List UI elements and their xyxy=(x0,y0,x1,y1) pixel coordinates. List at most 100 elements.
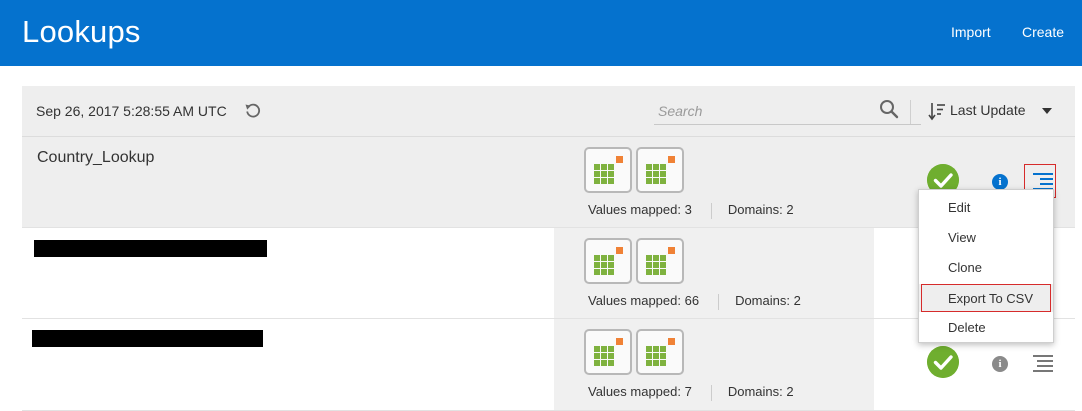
tile-grid-cell xyxy=(660,262,666,268)
chevron-down-icon xyxy=(1042,108,1052,114)
toolbar-divider xyxy=(910,100,911,124)
tile-grid-cell xyxy=(594,360,600,366)
redacted-lookup-name xyxy=(34,240,267,257)
domain-tile-icon[interactable] xyxy=(636,147,684,193)
tile-grid-cell xyxy=(653,171,659,177)
sort-descending-icon xyxy=(928,103,945,121)
lookup-name[interactable]: Country_Lookup xyxy=(37,149,154,167)
tile-grid-cell xyxy=(646,178,652,184)
sort-label: Last Update xyxy=(950,102,1026,118)
import-button[interactable]: Import xyxy=(951,24,991,40)
domain-tile-icon[interactable] xyxy=(584,329,632,375)
page-title: Lookups xyxy=(22,14,141,49)
tile-grid-cell xyxy=(646,360,652,366)
tile-marker xyxy=(616,156,623,163)
menu-item-view[interactable]: View xyxy=(919,223,1053,251)
tile-grid-cell xyxy=(594,171,600,177)
tile-grid-cell xyxy=(594,178,600,184)
menu-item-edit[interactable]: Edit xyxy=(919,193,1053,221)
values-mapped-count: Values mapped: 3 xyxy=(588,202,692,217)
tile-grid-cell xyxy=(660,164,666,170)
domain-tile-icon[interactable] xyxy=(636,238,684,284)
domain-tile-icon[interactable] xyxy=(636,329,684,375)
info-icon[interactable]: i xyxy=(992,356,1008,372)
tile-grid-cell xyxy=(608,164,614,170)
tile-grid-cell xyxy=(646,346,652,352)
domain-tile-icon[interactable] xyxy=(584,238,632,284)
tile-grid-cell xyxy=(608,171,614,177)
export-highlight xyxy=(921,284,1051,312)
redacted-lookup-name xyxy=(32,330,263,347)
tile-grid-cell xyxy=(594,346,600,352)
tile-grid-cell xyxy=(660,178,666,184)
domains-count: Domains: 2 xyxy=(727,202,794,217)
tile-grid-cell xyxy=(608,178,614,184)
tile-grid-cell xyxy=(601,171,607,177)
row-menu-icon[interactable] xyxy=(1033,355,1053,373)
tile-grid-cell xyxy=(653,178,659,184)
tile-grid-cell xyxy=(660,360,666,366)
row-stats: Values mapped: 7 Domains: 2 xyxy=(588,384,794,401)
tile-grid-cell xyxy=(608,269,614,275)
tile-grid-cell xyxy=(594,353,600,359)
tile-grid-cell xyxy=(601,178,607,184)
tile-grid-cell xyxy=(653,164,659,170)
tile-grid-cell xyxy=(646,353,652,359)
search-icon[interactable] xyxy=(878,98,900,120)
tile-grid-cell xyxy=(608,262,614,268)
tile-grid-cell xyxy=(601,353,607,359)
tile-grid-cell xyxy=(646,164,652,170)
tile-grid-cell xyxy=(660,171,666,177)
tile-grid-cell xyxy=(601,360,607,366)
tile-grid-cell xyxy=(601,164,607,170)
tile-grid-cell xyxy=(660,353,666,359)
tile-grid-cell xyxy=(646,171,652,177)
tile-grid-cell xyxy=(653,262,659,268)
tile-grid-cell xyxy=(608,360,614,366)
tile-grid-cell xyxy=(660,255,666,261)
tile-grid-cell xyxy=(601,269,607,275)
search-input[interactable] xyxy=(656,100,880,122)
stats-divider xyxy=(710,384,712,401)
tile-grid-cell xyxy=(594,164,600,170)
domains-count: Domains: 2 xyxy=(727,384,794,399)
tile-marker xyxy=(616,247,623,254)
menu-item-clone[interactable]: Clone xyxy=(919,253,1053,281)
values-mapped-count: Values mapped: 7 xyxy=(588,384,692,399)
tile-grid-cell xyxy=(653,269,659,275)
check-icon xyxy=(927,346,959,378)
values-mapped-count: Values mapped: 66 xyxy=(588,293,700,308)
tile-grid-cell xyxy=(594,262,600,268)
tile-marker xyxy=(668,247,675,254)
tile-grid-cell xyxy=(601,255,607,261)
tile-grid-cell xyxy=(594,255,600,261)
info-icon[interactable]: i xyxy=(992,174,1008,190)
tile-grid-cell xyxy=(608,346,614,352)
lookups-toolbar: Sep 26, 2017 5:28:55 AM UTC Last Update xyxy=(22,86,1075,137)
tile-grid-cell xyxy=(653,346,659,352)
row-actions-menu: Edit View Clone Export To CSV Delete xyxy=(918,189,1054,343)
tile-grid-cell xyxy=(653,353,659,359)
tile-marker xyxy=(668,156,675,163)
domains-count: Domains: 2 xyxy=(735,293,801,308)
tile-marker xyxy=(616,338,623,345)
tile-grid-cell xyxy=(653,255,659,261)
tile-grid-cell xyxy=(646,255,652,261)
tile-grid-cell xyxy=(594,269,600,275)
tile-grid-cell xyxy=(660,346,666,352)
create-button[interactable]: Create xyxy=(1022,24,1064,40)
tile-grid-cell xyxy=(608,353,614,359)
domain-tile-icon[interactable] xyxy=(584,147,632,193)
stats-divider xyxy=(710,202,712,219)
tile-grid-cell xyxy=(653,360,659,366)
app-header: Lookups Import Create xyxy=(0,0,1082,66)
tile-grid-cell xyxy=(660,269,666,275)
refresh-icon[interactable] xyxy=(244,101,262,119)
stats-divider xyxy=(718,293,720,310)
tile-grid-cell xyxy=(601,346,607,352)
tile-grid-cell xyxy=(646,262,652,268)
tile-marker xyxy=(668,338,675,345)
row-stats: Values mapped: 66 Domains: 2 xyxy=(588,293,801,310)
menu-item-delete[interactable]: Delete xyxy=(919,313,1053,341)
row-stats: Values mapped: 3 Domains: 2 xyxy=(588,202,794,219)
